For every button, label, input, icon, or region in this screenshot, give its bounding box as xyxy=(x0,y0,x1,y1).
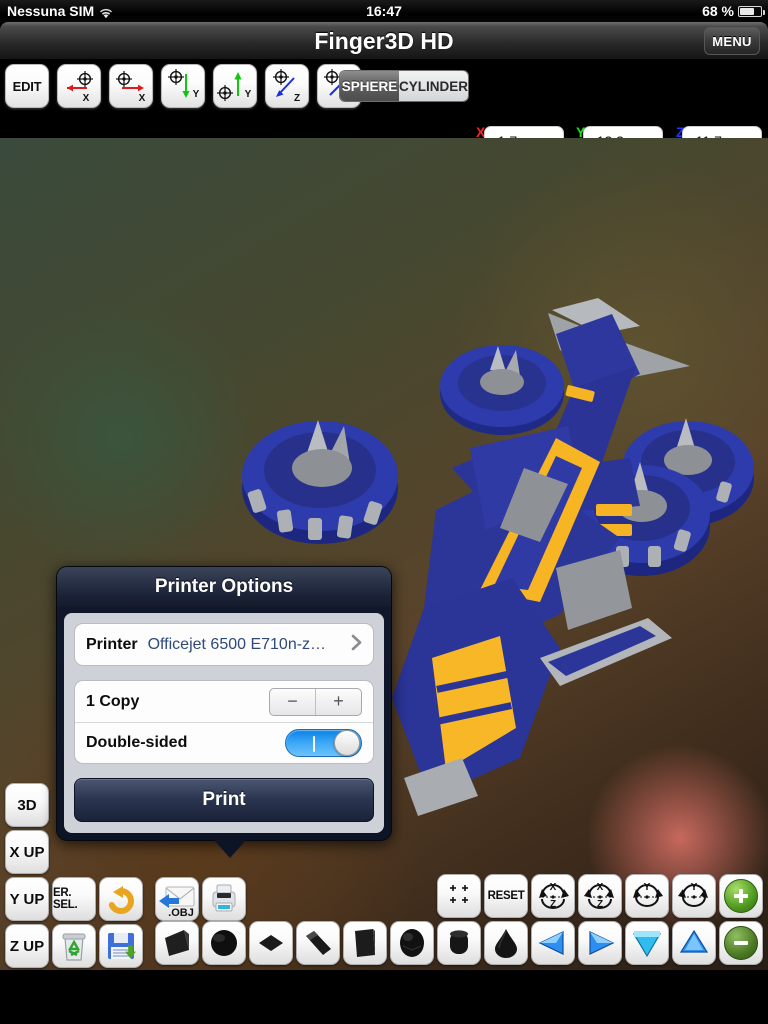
erase-selection-button[interactable]: ER. SEL. xyxy=(52,877,96,921)
printer-options-popover: Printer Options Printer Officejet 6500 E… xyxy=(56,566,392,858)
popover-arrow xyxy=(214,840,246,858)
move-x-positive-button[interactable]: X xyxy=(109,64,153,108)
svg-text:X: X xyxy=(597,882,604,893)
copies-row: 1 Copy − + xyxy=(75,681,373,722)
recycle-bin-icon xyxy=(62,933,86,961)
chevron-right-icon xyxy=(351,634,362,656)
svg-text:Y: Y xyxy=(245,89,252,100)
duplex-toggle[interactable] xyxy=(285,729,362,757)
fit-to-screen-button[interactable] xyxy=(437,874,481,918)
toggle-on-marker xyxy=(313,736,315,752)
duplex-row: Double-sided xyxy=(75,722,373,763)
svg-text:X: X xyxy=(550,882,557,893)
rotate-y-ccw-button[interactable]: Y xyxy=(625,874,669,918)
arrow-left-button[interactable] xyxy=(531,921,575,965)
shape-cylinder-button[interactable] xyxy=(437,921,481,965)
printer-icon xyxy=(212,884,236,912)
zoom-in-button[interactable] xyxy=(719,874,763,918)
move-y-negative-button[interactable]: Y xyxy=(161,64,205,108)
printer-row-label: Printer xyxy=(86,635,138,653)
status-bar: Nessuna SIM 16:47 68 % xyxy=(0,0,768,22)
envelope-icon: .OBJ xyxy=(159,886,195,919)
view-z-up-button[interactable]: Z UP xyxy=(5,924,49,968)
undo-button[interactable] xyxy=(99,877,143,921)
shape-geosphere-button[interactable] xyxy=(390,921,434,965)
print-confirm-button[interactable]: Print xyxy=(74,778,374,822)
reset-button[interactable]: RESET xyxy=(484,874,528,918)
move-x-negative-button[interactable]: X xyxy=(57,64,101,108)
svg-text:X: X xyxy=(83,93,90,104)
segment-sphere[interactable]: SPHERE xyxy=(340,71,399,101)
view-3d-button[interactable]: 3D xyxy=(5,783,49,827)
edit-button[interactable]: EDIT xyxy=(5,64,49,108)
minus-icon xyxy=(724,926,758,960)
options-group: 1 Copy − + Double-sided xyxy=(74,680,374,764)
svg-text:Z: Z xyxy=(550,899,556,910)
popover-title: Printer Options xyxy=(57,567,391,607)
delete-all-button[interactable] xyxy=(52,924,96,968)
battery-icon xyxy=(738,5,765,17)
navigation-bar: Finger3D HD MENU xyxy=(0,22,768,60)
printer-group: Printer Officejet 6500 E710n-z… xyxy=(74,623,374,666)
duplex-label: Double-sided xyxy=(86,734,188,751)
printer-row[interactable]: Printer Officejet 6500 E710n-z… xyxy=(75,624,373,665)
print-button[interactable] xyxy=(202,877,246,921)
move-z-negative-button[interactable]: Z xyxy=(265,64,309,108)
floppy-save-icon xyxy=(108,933,136,959)
view-x-up-button[interactable]: X UP xyxy=(5,830,49,874)
svg-text:.OBJ: .OBJ xyxy=(168,907,194,919)
shape-cone-button[interactable] xyxy=(484,921,528,965)
svg-text:Z: Z xyxy=(294,93,300,104)
printer-row-value: Officejet 6500 E710n-z… xyxy=(147,635,327,653)
segment-cylinder[interactable]: CYLINDER xyxy=(398,71,468,101)
shape-cube-button[interactable] xyxy=(343,921,387,965)
move-y-positive-button[interactable]: Y xyxy=(213,64,257,108)
svg-text:Y: Y xyxy=(644,882,651,893)
undo-arrow-icon xyxy=(108,886,134,914)
rotate-y-cw-button[interactable]: Y xyxy=(672,874,716,918)
copies-label: 1 Copy xyxy=(86,692,140,710)
plus-icon xyxy=(724,879,758,913)
menu-button[interactable]: MENU xyxy=(704,27,760,55)
popover-body: Printer Officejet 6500 E710n-z… 1 Copy −… xyxy=(64,613,384,833)
arrow-up-button[interactable] xyxy=(672,921,716,965)
shape-diamond-button[interactable] xyxy=(249,921,293,965)
slider-bar: POINTER RADIUS 5.55 xyxy=(0,970,768,1024)
top-toolbar: EDIT X X Y Y Z SPHERE CYLINDER X Y Z xyxy=(0,60,768,184)
export-obj-button[interactable]: .OBJ xyxy=(155,877,199,921)
zoom-out-button[interactable] xyxy=(719,921,763,965)
rotate-xz-ccw-button[interactable]: X Z xyxy=(531,874,575,918)
save-button[interactable] xyxy=(99,924,143,968)
copies-increment-button[interactable]: + xyxy=(316,689,361,715)
copies-decrement-button[interactable]: − xyxy=(270,688,316,715)
arrow-down-button[interactable] xyxy=(625,921,669,965)
rotate-xz-cw-button[interactable]: X Z xyxy=(578,874,622,918)
svg-text:X: X xyxy=(139,93,146,104)
svg-text:Y: Y xyxy=(193,89,200,100)
copies-stepper[interactable]: − + xyxy=(269,687,362,716)
four-arrows-icon xyxy=(450,885,468,903)
svg-text:Z: Z xyxy=(597,899,603,910)
view-y-up-button[interactable]: Y UP xyxy=(5,877,49,921)
battery-percent-label: 68 % xyxy=(702,3,734,19)
shape-plane-button[interactable] xyxy=(155,921,199,965)
shape-rod-button[interactable] xyxy=(296,921,340,965)
status-bar-clock: 16:47 xyxy=(366,3,402,19)
arrow-right-button[interactable] xyxy=(578,921,622,965)
svg-text:Y: Y xyxy=(691,882,698,893)
toggle-knob[interactable] xyxy=(334,730,360,756)
primitive-type-segmented-control[interactable]: SPHERE CYLINDER xyxy=(339,70,469,102)
shape-sphere-button[interactable] xyxy=(202,921,246,965)
page-title: Finger3D HD xyxy=(314,28,454,54)
app-screen: Nessuna SIM 16:47 68 % Finger3D HD MENU … xyxy=(0,0,768,1024)
status-bar-right: 68 % xyxy=(702,3,765,19)
